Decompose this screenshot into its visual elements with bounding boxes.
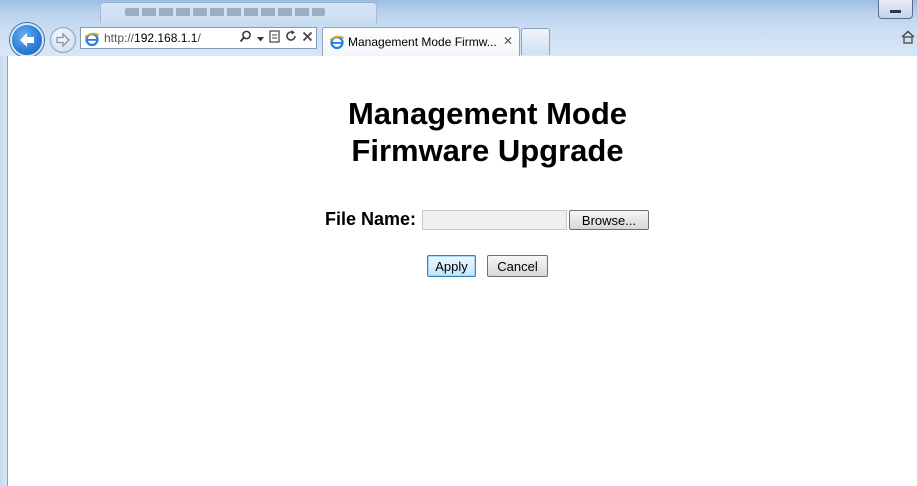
forward-arrow-icon: [56, 32, 70, 48]
apply-button[interactable]: Apply: [427, 255, 476, 277]
address-bar-icons: [239, 29, 313, 47]
cancel-button[interactable]: Cancel: [487, 255, 548, 277]
url-protocol: http://: [104, 31, 135, 45]
ie-icon: [84, 32, 100, 47]
url-text[interactable]: http://192.168.1.1/: [104, 31, 201, 45]
back-arrow-icon: [20, 33, 34, 47]
file-name-label: File Name:: [325, 209, 417, 229]
minimize-button[interactable]: [878, 0, 913, 19]
back-button[interactable]: [10, 23, 44, 56]
page-title-line-2: Firmware Upgrade: [351, 133, 624, 168]
forward-button[interactable]: [50, 27, 76, 53]
background-window-title: [125, 8, 325, 16]
browse-button[interactable]: Browse...: [569, 210, 649, 230]
search-icon[interactable]: [239, 30, 252, 47]
browser-chrome: http://192.168.1.1/ Management Mode Firm…: [0, 0, 917, 56]
dropdown-arrow-icon[interactable]: [257, 30, 264, 46]
url-host: 192.168.1.1: [134, 31, 198, 45]
address-bar[interactable]: http://192.168.1.1/: [80, 27, 317, 49]
home-icon[interactable]: [901, 30, 915, 44]
file-name-input[interactable]: [422, 210, 567, 230]
tab-close-icon[interactable]: ✕: [503, 34, 513, 48]
refresh-icon[interactable]: [285, 30, 297, 46]
stop-icon[interactable]: [302, 30, 313, 46]
ie-icon: [329, 35, 345, 50]
new-tab-button[interactable]: [521, 28, 550, 55]
compatibility-view-icon[interactable]: [269, 29, 280, 47]
url-path: /: [197, 31, 201, 45]
page-title-line-1: Management Mode: [347, 96, 628, 131]
tab-management-mode[interactable]: Management Mode Firmw... ✕: [322, 27, 520, 56]
background-window-tab: [100, 2, 377, 23]
tab-title: Management Mode Firmw...: [348, 35, 497, 49]
